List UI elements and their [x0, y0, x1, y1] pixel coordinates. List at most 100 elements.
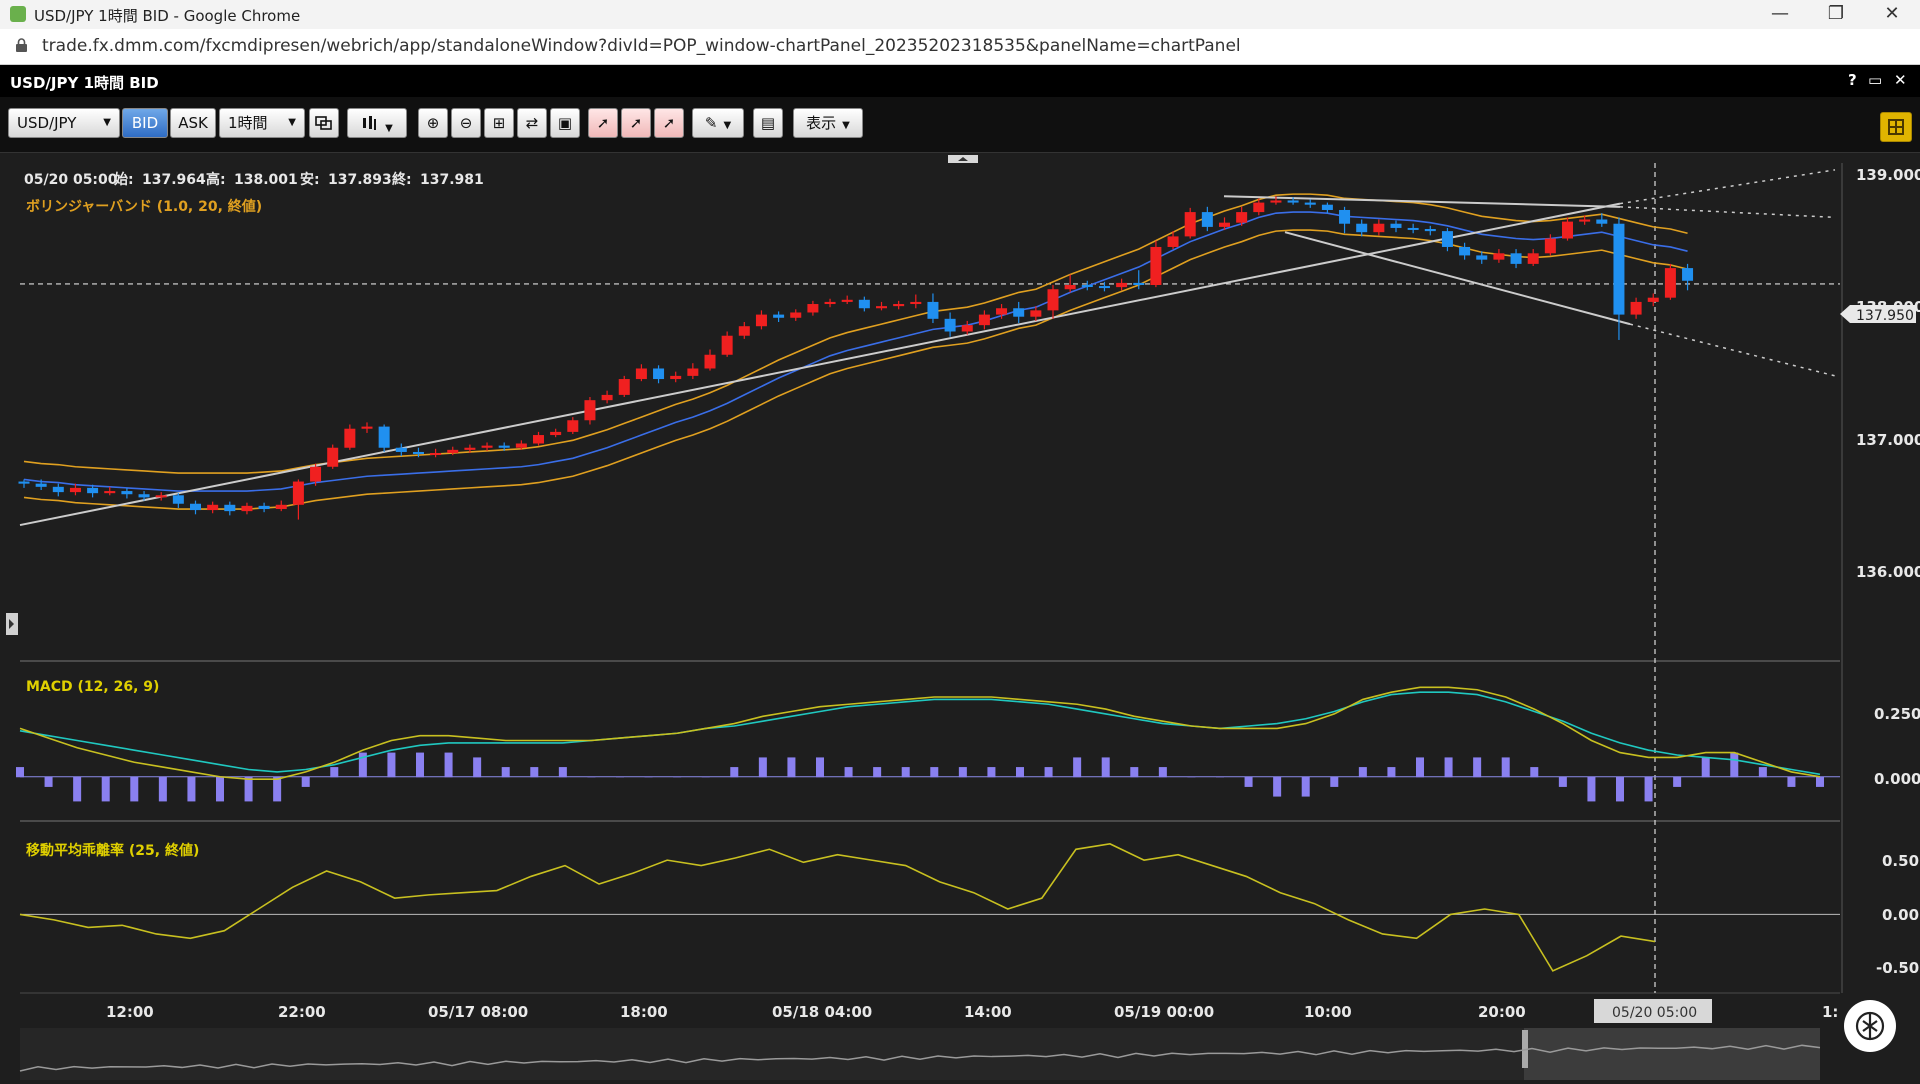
current-price-label: 137.950 [1856, 308, 1914, 324]
macd-histogram-bar [587, 776, 596, 778]
url-text[interactable]: trade.fx.dmm.com/fxcmdipresen/webrich/ap… [42, 36, 1241, 56]
macd-histogram-bar [44, 776, 53, 787]
macd-histogram-bar [1387, 767, 1396, 778]
macd-histogram-bar [1558, 776, 1567, 787]
macd-histogram-bar [444, 752, 453, 778]
deviation-label[interactable]: 移動平均乖離率 (25, 終値) [26, 842, 199, 859]
compare-windows-button[interactable] [309, 108, 339, 138]
candle-body [721, 335, 733, 355]
macd-histogram-bar [1644, 776, 1653, 802]
minimize-icon[interactable]: — [1752, 0, 1808, 29]
chart-area[interactable]: 05/20 05:00 始: 137.964 高: 138.001 安: 137… [0, 153, 1920, 1080]
macd-histogram-bar [958, 767, 967, 778]
candle-body [515, 443, 527, 448]
window-close-icon[interactable]: ✕ [1864, 0, 1920, 29]
candle-body [927, 301, 939, 319]
candle-body [481, 445, 493, 448]
chart-type-select[interactable]: ▼ [347, 108, 407, 138]
candle-body [35, 483, 47, 487]
candle-body [1047, 289, 1059, 311]
zoom-out-button[interactable]: ⊖ [451, 108, 481, 138]
indicator-edit-icon: ➚ [629, 114, 643, 132]
candle-body [687, 368, 699, 376]
macd-histogram-bar [1358, 767, 1367, 778]
candle-body [172, 495, 184, 504]
chart-canvas[interactable]: 05/20 05:00 始: 137.964 高: 138.001 安: 137… [0, 153, 1920, 1080]
macd-histogram-bar [730, 767, 739, 778]
macd-histogram-bar [844, 767, 853, 778]
restore-icon[interactable]: ❐ [1808, 0, 1864, 29]
candle-body [1373, 223, 1385, 233]
time-tick-label: 14:00 [964, 1003, 1012, 1021]
expand-horizontal-icon: ⇄ [525, 114, 539, 132]
candlestick-icon [363, 116, 377, 130]
candle-body [533, 435, 544, 444]
candle-body [1184, 212, 1196, 237]
fit-horizontal-button[interactable]: ⇄ [517, 108, 547, 138]
candle-body [1081, 285, 1093, 288]
navigator-window[interactable] [1524, 1028, 1820, 1080]
candle-body [18, 481, 30, 484]
macd-histogram-bar [1587, 776, 1596, 802]
candle-body [395, 447, 407, 452]
candle-body [1339, 209, 1351, 224]
help-icon[interactable]: ? [1848, 71, 1857, 89]
macd-label[interactable]: MACD (12, 26, 9) [26, 679, 159, 695]
panel-close-icon[interactable]: ✕ [1894, 71, 1907, 89]
timeframe-select[interactable]: 1時間 ▼ [219, 108, 305, 138]
macd-histogram-bar [1701, 757, 1710, 778]
add-indicator-button[interactable]: ➚ [588, 108, 618, 138]
cursor-time-label: 05/20 05:00 [1612, 1005, 1697, 1021]
time-tick-label: 05/19 00:00 [1114, 1003, 1214, 1021]
candle-body [52, 486, 64, 493]
macd-histogram-bar [101, 776, 110, 802]
candle-body [1476, 255, 1488, 260]
currency-pair-select[interactable]: USD/JPY ▼ [8, 108, 120, 138]
time-tick-label: 1: [1822, 1003, 1838, 1021]
ask-button[interactable]: ASK [170, 108, 216, 138]
candle-body [1270, 200, 1282, 203]
reset-view-button[interactable]: ▣ [550, 108, 580, 138]
address-bar[interactable]: trade.fx.dmm.com/fxcmdipresen/webrich/ap… [0, 29, 1920, 65]
chevron-down-icon: ▼ [103, 117, 111, 128]
bollinger-label[interactable]: ボリンジャーバンド (1.0, 20, 終値) [26, 198, 262, 215]
bid-button[interactable]: BID [122, 108, 168, 138]
navigator-toggle-button[interactable] [1880, 112, 1912, 142]
candle-body [1579, 219, 1591, 222]
macd-histogram-bar [330, 767, 339, 778]
remove-indicator-button[interactable]: ➚ [654, 108, 684, 138]
macd-histogram-bar [1216, 776, 1224, 778]
macd-histogram-bar [1187, 776, 1196, 778]
macd-histogram-bar [930, 767, 939, 778]
candle-body [87, 487, 99, 494]
candle-body [292, 481, 304, 505]
candle-body [464, 447, 476, 450]
candle-body [893, 304, 905, 307]
macd-histogram-bar [1530, 767, 1539, 778]
candle-body [1150, 246, 1162, 286]
macd-histogram-bar [1787, 776, 1796, 787]
macd-histogram-bar [1130, 767, 1139, 778]
macd-histogram-bar [473, 757, 482, 778]
candle-body [1682, 268, 1694, 281]
candle-body [944, 318, 956, 332]
chart-settings-button[interactable]: ▤ [753, 108, 783, 138]
display-menu[interactable]: 表示 ▼ [793, 108, 863, 138]
macd-histogram-bar [787, 757, 796, 778]
macd-histogram-bar [701, 776, 710, 778]
drawing-tool-select[interactable]: ✎ ▼ [692, 108, 744, 138]
macd-histogram-bar [530, 767, 539, 778]
zoom-in-button[interactable]: ⊕ [418, 108, 448, 138]
grid-icon [1888, 119, 1904, 135]
macd-histogram-bar [1158, 767, 1167, 778]
browser-titlebar: USD/JPY 1時間 BID - Google Chrome — ❐ ✕ [0, 0, 1920, 29]
candle-body [618, 379, 630, 395]
candle-body [996, 308, 1008, 315]
panel-maximize-icon[interactable]: ▭ [1868, 71, 1882, 89]
macd-histogram-bar [130, 776, 139, 802]
macd-histogram-bar [816, 757, 824, 778]
edit-indicator-button[interactable]: ➚ [621, 108, 651, 138]
candle-body [1459, 246, 1471, 256]
fit-vertical-button[interactable]: ⊞ [484, 108, 514, 138]
candle-body [978, 314, 990, 326]
